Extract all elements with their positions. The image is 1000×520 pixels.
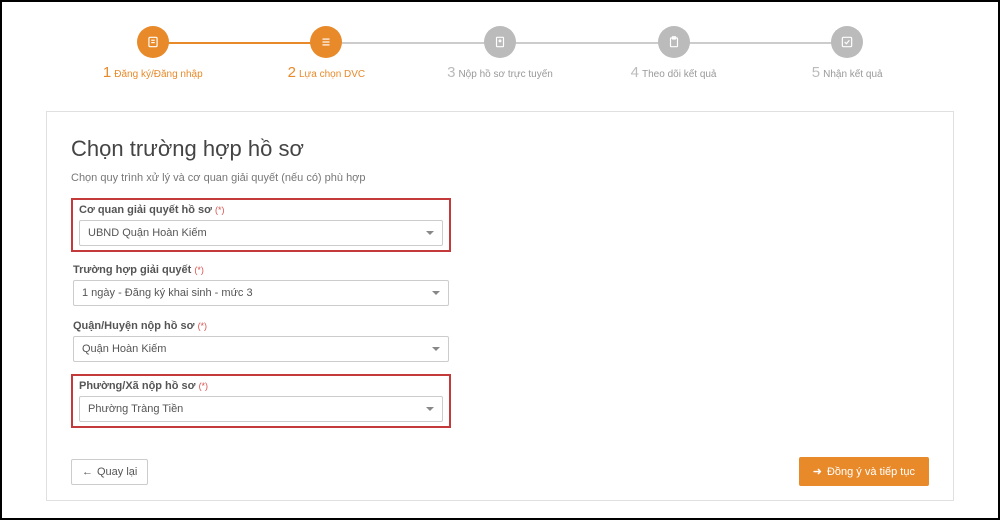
page-description: Chọn quy trình xử lý và cơ quan giải quy…	[71, 172, 929, 184]
case-select[interactable]: 1 ngày - Đăng ký khai sinh - mức 3	[73, 280, 449, 306]
ward-select[interactable]: Phường Tràng Tiền	[79, 396, 443, 422]
case-label: Trường hợp giải quyết (*)	[73, 264, 449, 276]
agency-select[interactable]: UBND Quận Hoàn Kiếm	[79, 220, 443, 246]
main-panel: Chọn trường hợp hồ sơ Chọn quy trình xử …	[46, 111, 954, 501]
ward-select-value: Phường Tràng Tiền	[88, 403, 183, 415]
step-label-text: Lựa chọn DVC	[299, 69, 365, 80]
step-label-text: Nộp hồ sơ trực tuyến	[458, 69, 552, 80]
next-button-label: Đồng ý và tiếp tục	[827, 466, 915, 478]
field-case: Trường hợp giải quyết (*) 1 ngày - Đăng …	[71, 262, 451, 308]
required-mark: (*)	[215, 205, 225, 215]
check-icon	[831, 26, 863, 58]
step-2[interactable]: 2Lựa chọn DVC	[240, 26, 414, 81]
step-number: 4	[631, 64, 639, 81]
step-number: 3	[447, 64, 455, 81]
chevron-down-icon	[426, 231, 434, 235]
list-icon	[310, 26, 342, 58]
ward-label: Phường/Xã nộp hồ sơ (*)	[79, 380, 443, 392]
step-5[interactable]: 5Nhận kết quả	[760, 26, 934, 81]
required-mark: (*)	[194, 265, 204, 275]
step-label-text: Nhận kết quả	[823, 69, 883, 80]
arrow-right-icon: ➜	[813, 466, 822, 478]
arrow-left-icon: ←	[82, 466, 93, 478]
step-label-text: Đăng ký/Đăng nhập	[114, 69, 202, 80]
district-select-value: Quận Hoàn Kiếm	[82, 343, 166, 355]
step-label-text: Theo dõi kết quả	[642, 69, 717, 80]
panel-actions: ← Quay lại ➜ Đồng ý và tiếp tục	[71, 457, 929, 486]
page-title: Chọn trường hợp hồ sơ	[71, 136, 929, 162]
chevron-down-icon	[426, 407, 434, 411]
district-select[interactable]: Quận Hoàn Kiếm	[73, 336, 449, 362]
chevron-down-icon	[432, 347, 440, 351]
back-button[interactable]: ← Quay lại	[71, 459, 148, 485]
step-number: 1	[103, 64, 111, 81]
agency-select-value: UBND Quận Hoàn Kiếm	[88, 227, 207, 239]
chevron-down-icon	[432, 291, 440, 295]
agency-label: Cơ quan giải quyết hồ sơ (*)	[79, 204, 443, 216]
next-button[interactable]: ➜ Đồng ý và tiếp tục	[799, 457, 929, 486]
field-agency: Cơ quan giải quyết hồ sơ (*) UBND Quận H…	[71, 198, 451, 252]
step-1[interactable]: 1Đăng ký/Đăng nhập	[66, 26, 240, 81]
back-button-label: Quay lại	[97, 466, 137, 478]
field-district: Quận/Huyện nộp hồ sơ (*) Quận Hoàn Kiếm	[71, 318, 451, 364]
step-3[interactable]: 3Nộp hồ sơ trực tuyến	[413, 26, 587, 81]
required-mark: (*)	[199, 381, 209, 391]
field-ward: Phường/Xã nộp hồ sơ (*) Phường Tràng Tiề…	[71, 374, 451, 428]
step-number: 2	[288, 64, 296, 81]
user-icon	[137, 26, 169, 58]
required-mark: (*)	[198, 321, 208, 331]
file-icon	[484, 26, 516, 58]
case-select-value: 1 ngày - Đăng ký khai sinh - mức 3	[82, 287, 253, 299]
district-label: Quận/Huyện nộp hồ sơ (*)	[73, 320, 449, 332]
step-4[interactable]: 4Theo dõi kết quả	[587, 26, 761, 81]
progress-stepper: 1Đăng ký/Đăng nhập 2Lựa chọn DVC 3Nộp hồ…	[6, 6, 994, 101]
clipboard-icon	[658, 26, 690, 58]
step-number: 5	[812, 64, 820, 81]
